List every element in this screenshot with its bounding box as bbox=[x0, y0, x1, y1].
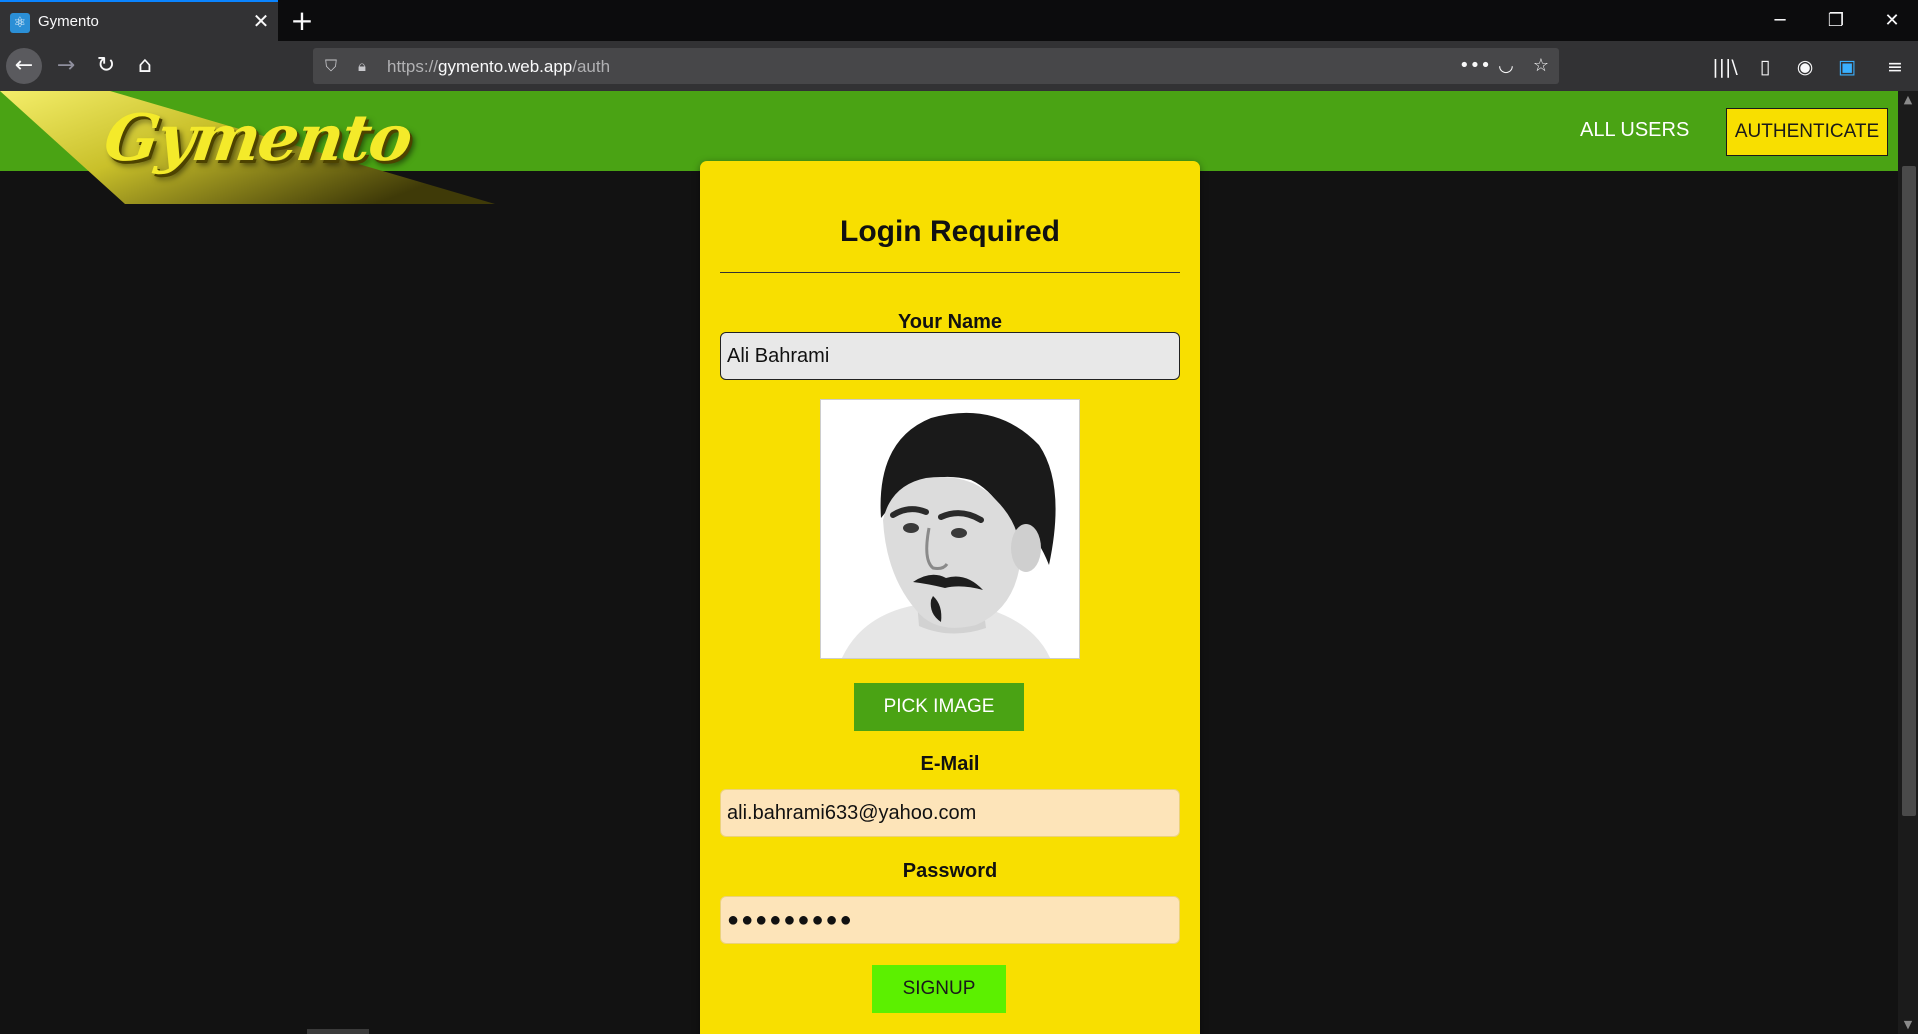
sidebar-icon[interactable]: ▯ bbox=[1752, 54, 1778, 80]
gymento-logo[interactable]: Gymento bbox=[100, 101, 416, 176]
email-label: E-Mail bbox=[920, 753, 980, 775]
browser-tab-strip: ⚛ Gymento ✕ + ─ ❐ ✕ bbox=[0, 0, 1918, 41]
pocket-icon[interactable]: ◡ bbox=[1494, 55, 1518, 77]
minimize-window-button[interactable]: ─ bbox=[1752, 0, 1808, 41]
library-icon[interactable]: |||\ bbox=[1712, 54, 1738, 80]
reload-icon[interactable]: ↻ bbox=[88, 48, 124, 84]
password-field[interactable]: ●●●●●●●●● bbox=[720, 896, 1180, 944]
page-actions-icon[interactable]: ••• bbox=[1459, 55, 1491, 77]
forward-arrow-icon[interactable]: → bbox=[48, 48, 84, 84]
tab-title: Gymento bbox=[38, 13, 99, 30]
scroll-up-icon[interactable]: ▲ bbox=[1898, 91, 1918, 109]
hamburger-menu-icon[interactable]: ≡ bbox=[1882, 54, 1908, 80]
web-page: Gymento ALL USERS AUTHENTICATE Login Req… bbox=[0, 91, 1898, 1034]
extension-icon[interactable]: ▣ bbox=[1834, 54, 1860, 80]
vertical-scrollbar[interactable]: ▲ ▼ bbox=[1898, 91, 1918, 1034]
avatar-portrait-image bbox=[821, 400, 1079, 658]
scroll-down-icon[interactable]: ▼ bbox=[1898, 1016, 1918, 1034]
page-title: Login Required bbox=[840, 215, 1060, 248]
bookmark-star-icon[interactable]: ☆ bbox=[1529, 55, 1553, 77]
site-header: Gymento ALL USERS AUTHENTICATE bbox=[0, 91, 1898, 204]
scrollbar-thumb[interactable] bbox=[1902, 166, 1916, 816]
tracking-protection-icon[interactable]: ⛉ bbox=[321, 55, 341, 77]
pick-image-button[interactable]: PICK IMAGE bbox=[854, 683, 1024, 731]
horizontal-scrollbar-thumb[interactable] bbox=[307, 1029, 369, 1034]
name-input[interactable]: Ali Bahrami bbox=[720, 332, 1180, 380]
url-host: gymento.web.app bbox=[438, 57, 573, 76]
browser-tab-gymento[interactable]: ⚛ Gymento ✕ bbox=[0, 0, 278, 41]
url-scheme: https:// bbox=[387, 57, 439, 76]
account-icon[interactable]: ◉ bbox=[1792, 54, 1818, 80]
url-text[interactable]: https://gymento.web.app/auth bbox=[387, 57, 610, 77]
lock-icon[interactable]: 🔒︎ bbox=[353, 55, 371, 77]
email-field[interactable]: ali.bahrami633@yahoo.com bbox=[720, 789, 1180, 837]
new-tab-button[interactable]: + bbox=[288, 4, 316, 38]
signup-button[interactable]: SIGNUP bbox=[872, 965, 1006, 1013]
name-label: Your Name bbox=[897, 311, 1003, 333]
password-label: Password bbox=[902, 860, 998, 882]
address-bar[interactable]: ⛉ 🔒︎ https://gymento.web.app/auth ••• ◡ … bbox=[313, 48, 1559, 84]
browser-toolbar: ← → ↻ ⌂ ⛉ 🔒︎ https://gymento.web.app/aut… bbox=[0, 41, 1918, 91]
back-arrow-icon[interactable]: ← bbox=[6, 48, 42, 84]
avatar-preview bbox=[820, 399, 1080, 659]
title-divider bbox=[720, 272, 1180, 273]
react-favicon-icon: ⚛ bbox=[10, 13, 30, 33]
close-tab-icon[interactable]: ✕ bbox=[250, 8, 272, 34]
nav-all-users-link[interactable]: ALL USERS bbox=[1580, 119, 1689, 142]
close-window-button[interactable]: ✕ bbox=[1864, 0, 1918, 41]
nav-authenticate-button[interactable]: AUTHENTICATE bbox=[1726, 108, 1888, 156]
url-path: /auth bbox=[572, 57, 611, 76]
restore-window-button[interactable]: ❐ bbox=[1808, 0, 1864, 41]
auth-card: Login Required Your Name Ali Bahrami PIC… bbox=[700, 161, 1200, 1034]
home-icon[interactable]: ⌂ bbox=[127, 48, 163, 84]
